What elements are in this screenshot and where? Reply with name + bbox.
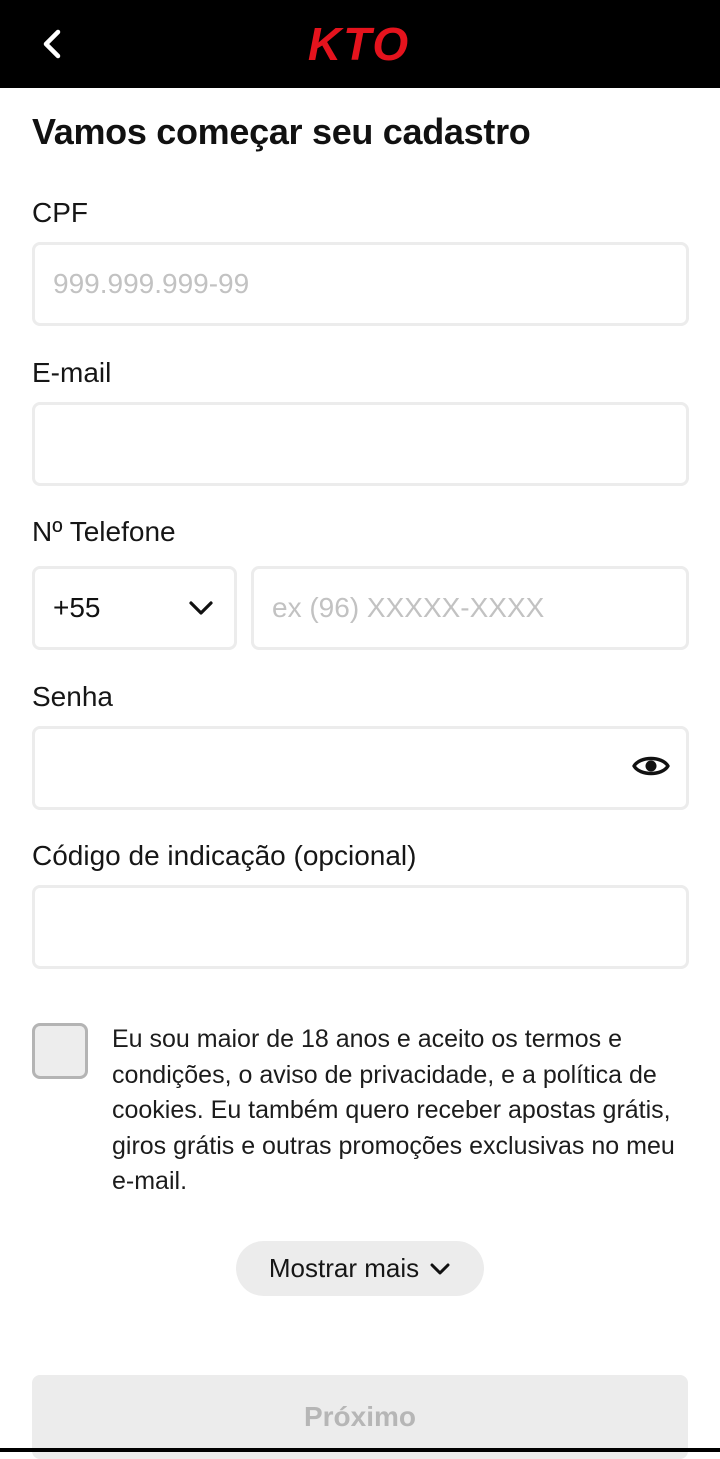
show-more-label: Mostrar mais [268,1253,420,1283]
email-field-container [32,402,689,486]
consent-checkbox[interactable] [32,1023,88,1079]
phone-input[interactable] [254,569,686,647]
logo-text: KTO [308,22,410,66]
page-title: Vamos começar seu cadastro [32,111,531,152]
chevron-down-icon [430,1263,450,1274]
next-button-label: Próximo [303,1401,417,1432]
back-button[interactable] [28,20,76,68]
country-code-select[interactable]: +55 [32,566,237,650]
email-label: E-mail [32,357,112,388]
chevron-down-icon [189,601,213,615]
referral-label: Código de indicação (opcional) [32,840,417,871]
password-input[interactable] [35,729,686,807]
referral-field-container [32,885,689,969]
password-field-container [32,726,689,810]
consent-text: Eu sou maior de 18 anos e aceito os term… [112,1025,675,1195]
next-button[interactable]: Próximo [32,1375,688,1459]
cpf-input[interactable] [35,245,686,323]
email-input[interactable] [35,405,686,483]
country-code-value: +55 [53,592,101,623]
referral-input[interactable] [35,888,686,966]
chevron-left-icon [43,29,61,59]
kto-logo: KTO [308,22,410,66]
eye-icon[interactable] [632,751,670,781]
cpf-field-container [32,242,689,326]
phone-label: Nº Telefone [32,516,176,547]
password-label: Senha [32,681,113,712]
phone-field-container [251,566,689,650]
show-more-button[interactable]: Mostrar mais [236,1241,484,1296]
top-header: KTO [0,0,720,88]
cpf-label: CPF [32,197,88,228]
bottom-edge [0,1448,720,1452]
